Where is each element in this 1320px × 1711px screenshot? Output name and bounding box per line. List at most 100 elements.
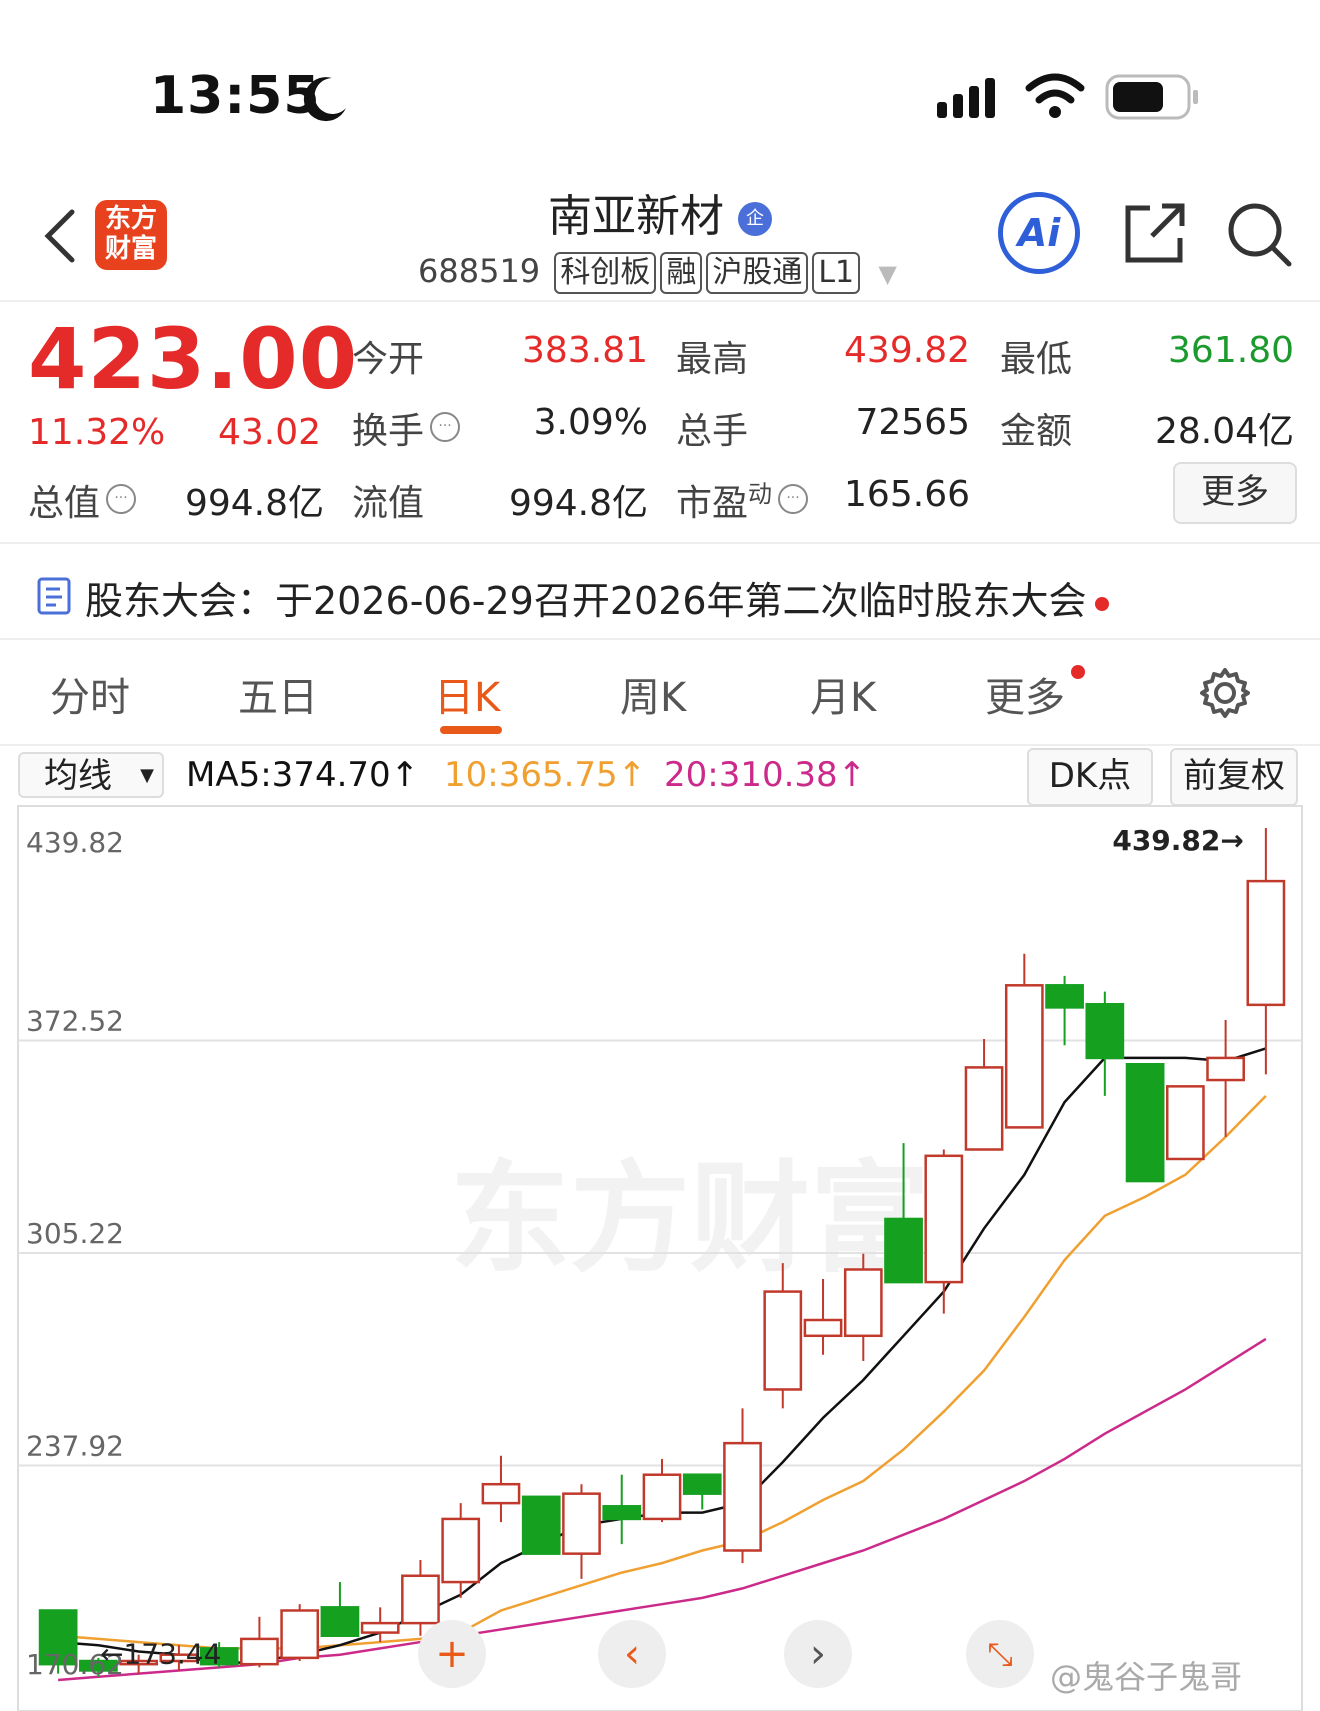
change-percent: 11.32% [28, 412, 166, 453]
candle-up [1165, 1085, 1205, 1161]
moon-icon [303, 77, 346, 122]
turnover-label: 换手 ··· [352, 402, 461, 454]
open-label: 今开 [352, 339, 425, 380]
high-value: 439.82 [844, 330, 970, 371]
prev-button[interactable]: ‹ [598, 1620, 666, 1688]
y-tick-label: 305.22 [26, 1217, 124, 1250]
stock-code: 688519 [418, 252, 541, 290]
candle-up [562, 1492, 601, 1555]
gear-icon[interactable] [1198, 666, 1252, 720]
y-tick-label: 237.92 [26, 1430, 124, 1463]
wifi-icon [1025, 73, 1085, 118]
chevron-down-icon[interactable]: ▼ [878, 260, 896, 288]
tab-more[interactable]: 更多 [985, 665, 1085, 723]
more-quote-button[interactable]: 更多 [1173, 462, 1297, 524]
candle-up [360, 1621, 400, 1634]
stock-name: 南亚新材 [548, 191, 724, 242]
ma20-legend: 20:310.38↑ [664, 755, 866, 795]
max-price-label: 439.82→ [1112, 824, 1244, 857]
candle-up [763, 1290, 803, 1391]
candle-up [1246, 879, 1286, 1007]
candle-down [1125, 1062, 1165, 1183]
status-bar: 13:55 [0, 0, 1320, 170]
open-value: 383.81 [522, 330, 648, 371]
candle-up [723, 1441, 762, 1552]
tag-connect: 沪股通 [706, 252, 809, 294]
pe-sup: 动 [748, 480, 773, 508]
status-time: 13:55 [150, 66, 321, 126]
pe-label-text: 市盈 [676, 483, 749, 524]
market-cap-label: 总值 ··· [28, 474, 137, 526]
turnover-label-text: 换手 [352, 411, 425, 452]
ai-assistant-button[interactable]: Ai [998, 192, 1080, 274]
candle-up [280, 1609, 320, 1660]
ma20-legend-text: 20:310.38 [664, 755, 838, 795]
search-icon[interactable] [1225, 200, 1295, 270]
current-price: 423.00 [28, 310, 359, 408]
candle-up [843, 1268, 883, 1338]
market-cap-label-text: 总值 [28, 483, 101, 524]
notice-divider [0, 638, 1320, 640]
enterprise-badge: 企 [738, 202, 772, 236]
tab-five-day[interactable]: 五日 [238, 665, 318, 723]
fullscreen-button[interactable]: ⤡ [966, 1620, 1034, 1688]
candle-down [602, 1505, 642, 1521]
info-icon[interactable]: ··· [106, 484, 137, 514]
indicator-select[interactable]: 均线 ▼ [18, 752, 164, 798]
turnover-value: 3.09% [533, 402, 648, 443]
kline-chart[interactable]: 东方财富 439.82372.52305.22237.92170.62439.8… [0, 800, 1320, 1711]
pe-value: 165.66 [844, 474, 970, 515]
zoom-in-button[interactable]: + [418, 1620, 486, 1688]
candle-up [924, 1154, 964, 1284]
info-icon[interactable]: ··· [430, 412, 461, 442]
weibo-watermark: @鬼谷子鬼哥 [1050, 1658, 1243, 1696]
candle-up [1206, 1056, 1245, 1082]
candle-up [803, 1318, 843, 1338]
arrow-up-icon: ↑ [390, 755, 420, 795]
market-cap-value: 994.8亿 [184, 483, 324, 524]
quote-divider [0, 542, 1320, 544]
high-label: 最高 [676, 339, 749, 380]
header-divider [0, 300, 1320, 302]
tab-intraday[interactable]: 分时 [50, 665, 130, 723]
change-amount: 43.02 [218, 412, 322, 453]
candle-up [441, 1517, 481, 1584]
ma5-legend-text: MA5:374.70 [186, 755, 391, 795]
candle-down [1085, 1003, 1125, 1060]
signal-icon [937, 78, 995, 118]
active-tab-indicator [440, 726, 502, 734]
float-cap-value: 994.8亿 [508, 483, 648, 524]
dk-point-button[interactable]: DK点 [1027, 748, 1153, 806]
low-value: 361.80 [1168, 330, 1294, 371]
candle-up [481, 1482, 521, 1505]
candle-up [240, 1637, 279, 1666]
min-price-label: ←173.44 [100, 1638, 221, 1671]
float-cap-label: 流值 [352, 483, 425, 524]
ma5-legend: MA5:374.70↑ [186, 755, 419, 795]
candle-down [682, 1473, 722, 1495]
tab-daily-k[interactable]: 日K [434, 665, 500, 723]
candle-up [1004, 984, 1044, 1129]
unread-dot [1094, 596, 1109, 611]
share-icon[interactable] [1122, 200, 1188, 266]
indicator-select-label: 均线 [44, 756, 112, 796]
candle-up [401, 1574, 440, 1625]
next-button[interactable]: › [784, 1620, 852, 1688]
y-tick-label: 439.82 [26, 826, 124, 859]
adjust-button[interactable]: 前复权 [1170, 748, 1298, 806]
candle-up [964, 1066, 1004, 1151]
notice-text: 股东大会：于2026-06-29召开2026年第二次临时股东大会 [85, 579, 1087, 623]
tab-weekly-k[interactable]: 周K [620, 665, 686, 723]
pe-label: 市盈动 ··· [676, 474, 809, 526]
tag-level: L1 [812, 252, 861, 294]
tag-board: 科创板 [554, 252, 657, 294]
tabs-divider [0, 744, 1320, 746]
ma10-legend: 10:365.75↑ [444, 755, 646, 795]
battery-icon [1105, 74, 1198, 120]
ma10-legend-text: 10:365.75 [444, 755, 618, 795]
notice-row[interactable]: 股东大会：于2026-06-29召开2026年第二次临时股东大会 [85, 570, 1109, 625]
amount-value: 28.04亿 [1154, 411, 1294, 452]
notice-doc-icon [37, 577, 71, 615]
tab-monthly-k[interactable]: 月K [810, 665, 876, 723]
tag-margin: 融 [660, 252, 703, 294]
